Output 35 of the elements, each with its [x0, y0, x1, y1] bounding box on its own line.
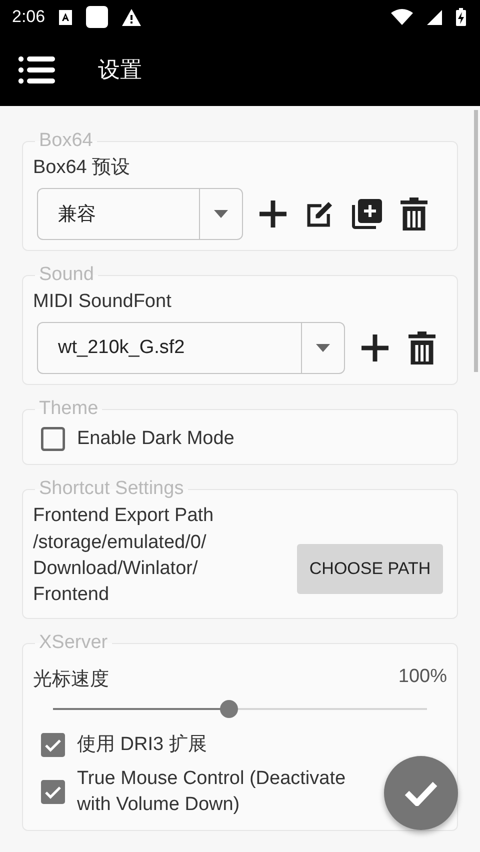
caret-icon: [214, 210, 228, 218]
app-icon: [86, 6, 108, 28]
checkbox[interactable]: [41, 733, 65, 757]
screen-title: 设置: [98, 56, 142, 84]
dropdown[interactable]: 兼容: [37, 188, 243, 240]
duplicate-icon[interactable]: [349, 196, 385, 232]
checkbox-label: 使用 DRI3 扩展: [77, 733, 207, 757]
field-label: MIDI SoundFont: [33, 290, 172, 314]
field-label: Box64 预设: [33, 156, 132, 180]
status-time: 2:06: [12, 7, 46, 27]
keyboard-a-icon: [59, 10, 72, 24]
slider-thumb[interactable]: [220, 700, 238, 718]
group-title: XServer: [38, 632, 109, 654]
group-title: Shortcut Settings: [38, 478, 185, 500]
checkbox-label: True Mouse Control (Deactivate with Volume Down): [77, 767, 347, 817]
field-label: Frontend Export Path: [33, 504, 215, 528]
signal-icon: [427, 10, 442, 24]
dropdown[interactable]: wt_210k_G.sf2: [37, 322, 345, 374]
slider-label: 光标速度: [33, 668, 109, 692]
warning-icon: [122, 8, 142, 26]
menu-icon[interactable]: [18, 56, 56, 84]
checkbox[interactable]: [41, 780, 65, 804]
battery-icon: [456, 8, 466, 26]
group-title: Theme: [38, 398, 100, 420]
caret-icon: [316, 344, 330, 352]
checkbox-label: Enable Dark Mode: [77, 427, 234, 451]
check-icon: [404, 780, 438, 806]
group-title: Box64: [38, 130, 94, 152]
slider-value: 100%: [398, 666, 447, 689]
wifi-icon: [391, 9, 413, 25]
path-value: /storage/emulated/0/Download/Winlator/Frontend: [33, 531, 208, 607]
slider-track[interactable]: [53, 700, 427, 718]
group-title: Sound: [38, 264, 95, 286]
choose-path-button[interactable]: CHOOSE PATH: [297, 544, 443, 594]
checkbox[interactable]: [41, 427, 65, 451]
